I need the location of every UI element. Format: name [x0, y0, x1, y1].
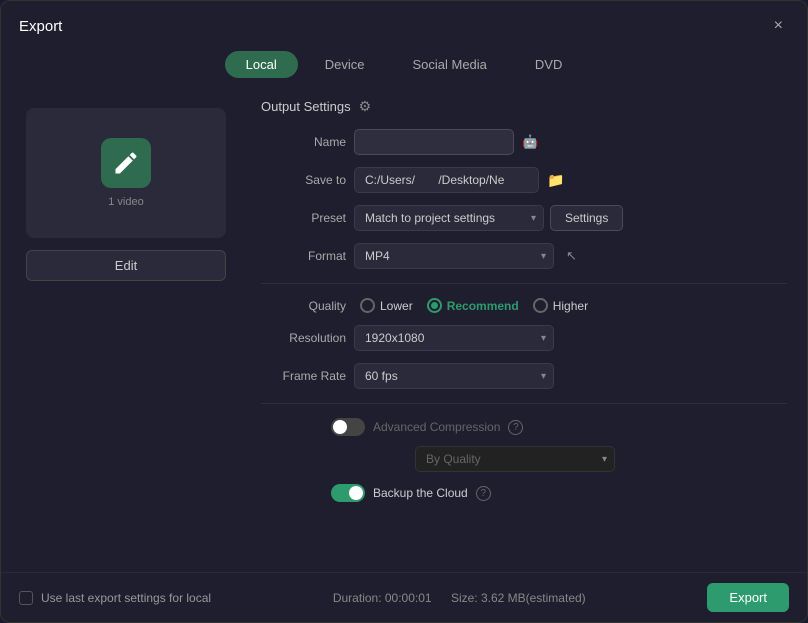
title-bar: Export × — [1, 1, 807, 47]
format-label: Format — [261, 249, 346, 263]
quality-higher-label: Higher — [553, 299, 588, 313]
preset-label: Preset — [261, 211, 346, 225]
name-row: Name 🤖 — [261, 129, 787, 155]
section-title: Output Settings ⚙ — [261, 98, 787, 115]
framerate-select[interactable]: 60 fps 30 fps 24 fps 25 fps — [354, 363, 554, 389]
quality-recommend-label: Recommend — [447, 299, 519, 313]
quality-lower-label: Lower — [380, 299, 413, 313]
export-button[interactable]: Export — [707, 583, 789, 612]
preview-box: 1 video — [26, 108, 226, 238]
left-panel: 1 video Edit — [1, 88, 251, 572]
footer-left: Use last export settings for local — [19, 591, 211, 605]
saveto-row: Save to 📁 — [261, 167, 787, 193]
name-input[interactable] — [354, 129, 514, 155]
quality-higher-radio[interactable] — [533, 298, 548, 313]
backup-label: Backup the Cloud — [373, 486, 468, 500]
close-button[interactable]: × — [768, 15, 789, 37]
quality-lower-radio[interactable] — [360, 298, 375, 313]
divider-1 — [261, 283, 787, 284]
footer: Use last export settings for local Durat… — [1, 572, 807, 622]
saveto-label: Save to — [261, 173, 346, 187]
resolution-select-wrapper: 1920x1080 1280x720 3840x2160 720x480 — [354, 325, 554, 351]
quality-row: Quality Lower Recommend Higher — [261, 298, 787, 313]
last-settings-checkbox[interactable] — [19, 591, 33, 605]
resolution-select[interactable]: 1920x1080 1280x720 3840x2160 720x480 — [354, 325, 554, 351]
size-label: Size: 3.62 MB(estimated) — [451, 591, 586, 605]
byquality-select-wrapper: By Quality By Bitrate — [415, 446, 615, 472]
edit-button[interactable]: Edit — [26, 250, 226, 281]
format-row: Format MP4 MOV AVI MKV WMV ↖ — [261, 243, 787, 269]
tab-social[interactable]: Social Media — [391, 51, 507, 78]
settings-button[interactable]: Settings — [550, 205, 623, 231]
duration-label: Duration: 00:00:01 — [333, 591, 432, 605]
format-select[interactable]: MP4 MOV AVI MKV WMV — [354, 243, 554, 269]
preview-label: 1 video — [108, 196, 143, 208]
export-dialog: Export × Local Device Social Media DVD 1… — [0, 0, 808, 623]
quality-label: Quality — [261, 299, 346, 313]
footer-checkbox-label: Use last export settings for local — [41, 591, 211, 605]
quality-lower-option[interactable]: Lower — [360, 298, 413, 313]
preset-row: Preset Match to project settings Setting… — [261, 205, 787, 231]
backup-help-icon[interactable]: ? — [476, 486, 491, 501]
quality-higher-option[interactable]: Higher — [533, 298, 588, 313]
ai-icon[interactable]: 🤖 — [522, 134, 538, 150]
divider-2 — [261, 403, 787, 404]
byquality-row: By Quality By Bitrate — [261, 446, 787, 472]
tab-dvd[interactable]: DVD — [514, 51, 583, 78]
byquality-select[interactable]: By Quality By Bitrate — [415, 446, 615, 472]
framerate-label: Frame Rate — [261, 369, 346, 383]
dialog-title: Export — [19, 18, 62, 35]
framerate-row: Frame Rate 60 fps 30 fps 24 fps 25 fps — [261, 363, 787, 389]
right-panel: Output Settings ⚙ Name 🤖 Save to 📁 — [251, 88, 807, 572]
preset-select-wrapper: Match to project settings — [354, 205, 544, 231]
advanced-help-icon[interactable]: ? — [508, 420, 523, 435]
preset-input-row: Match to project settings Settings — [354, 205, 623, 231]
cursor-indicator: ↖ — [566, 248, 577, 264]
edit-icon — [112, 149, 140, 177]
format-select-wrapper: MP4 MOV AVI MKV WMV — [354, 243, 554, 269]
section-title-text: Output Settings — [261, 99, 351, 114]
advanced-row: Advanced Compression ? — [261, 418, 787, 436]
tab-device[interactable]: Device — [304, 51, 386, 78]
settings-info-icon: ⚙ — [359, 98, 372, 115]
framerate-select-wrapper: 60 fps 30 fps 24 fps 25 fps — [354, 363, 554, 389]
advanced-label: Advanced Compression — [373, 420, 500, 434]
quality-recommend-radio[interactable] — [427, 298, 442, 313]
name-input-row: 🤖 — [354, 129, 538, 155]
saveto-input[interactable] — [354, 167, 539, 193]
saveto-input-row: 📁 — [354, 167, 566, 193]
footer-info: Duration: 00:00:01 Size: 3.62 MB(estimat… — [333, 591, 586, 605]
preset-select[interactable]: Match to project settings — [354, 205, 544, 231]
name-label: Name — [261, 135, 346, 149]
resolution-label: Resolution — [261, 331, 346, 345]
tab-local[interactable]: Local — [225, 51, 298, 78]
advanced-toggle[interactable] — [331, 418, 365, 436]
quality-recommend-option[interactable]: Recommend — [427, 298, 519, 313]
preview-icon — [101, 138, 151, 188]
tabs-bar: Local Device Social Media DVD — [1, 47, 807, 88]
backup-row: Backup the Cloud ? — [261, 484, 787, 502]
main-content: 1 video Edit Output Settings ⚙ Name 🤖 Sa… — [1, 88, 807, 572]
resolution-row: Resolution 1920x1080 1280x720 3840x2160 … — [261, 325, 787, 351]
folder-browse-button[interactable]: 📁 — [545, 170, 566, 191]
backup-toggle[interactable] — [331, 484, 365, 502]
